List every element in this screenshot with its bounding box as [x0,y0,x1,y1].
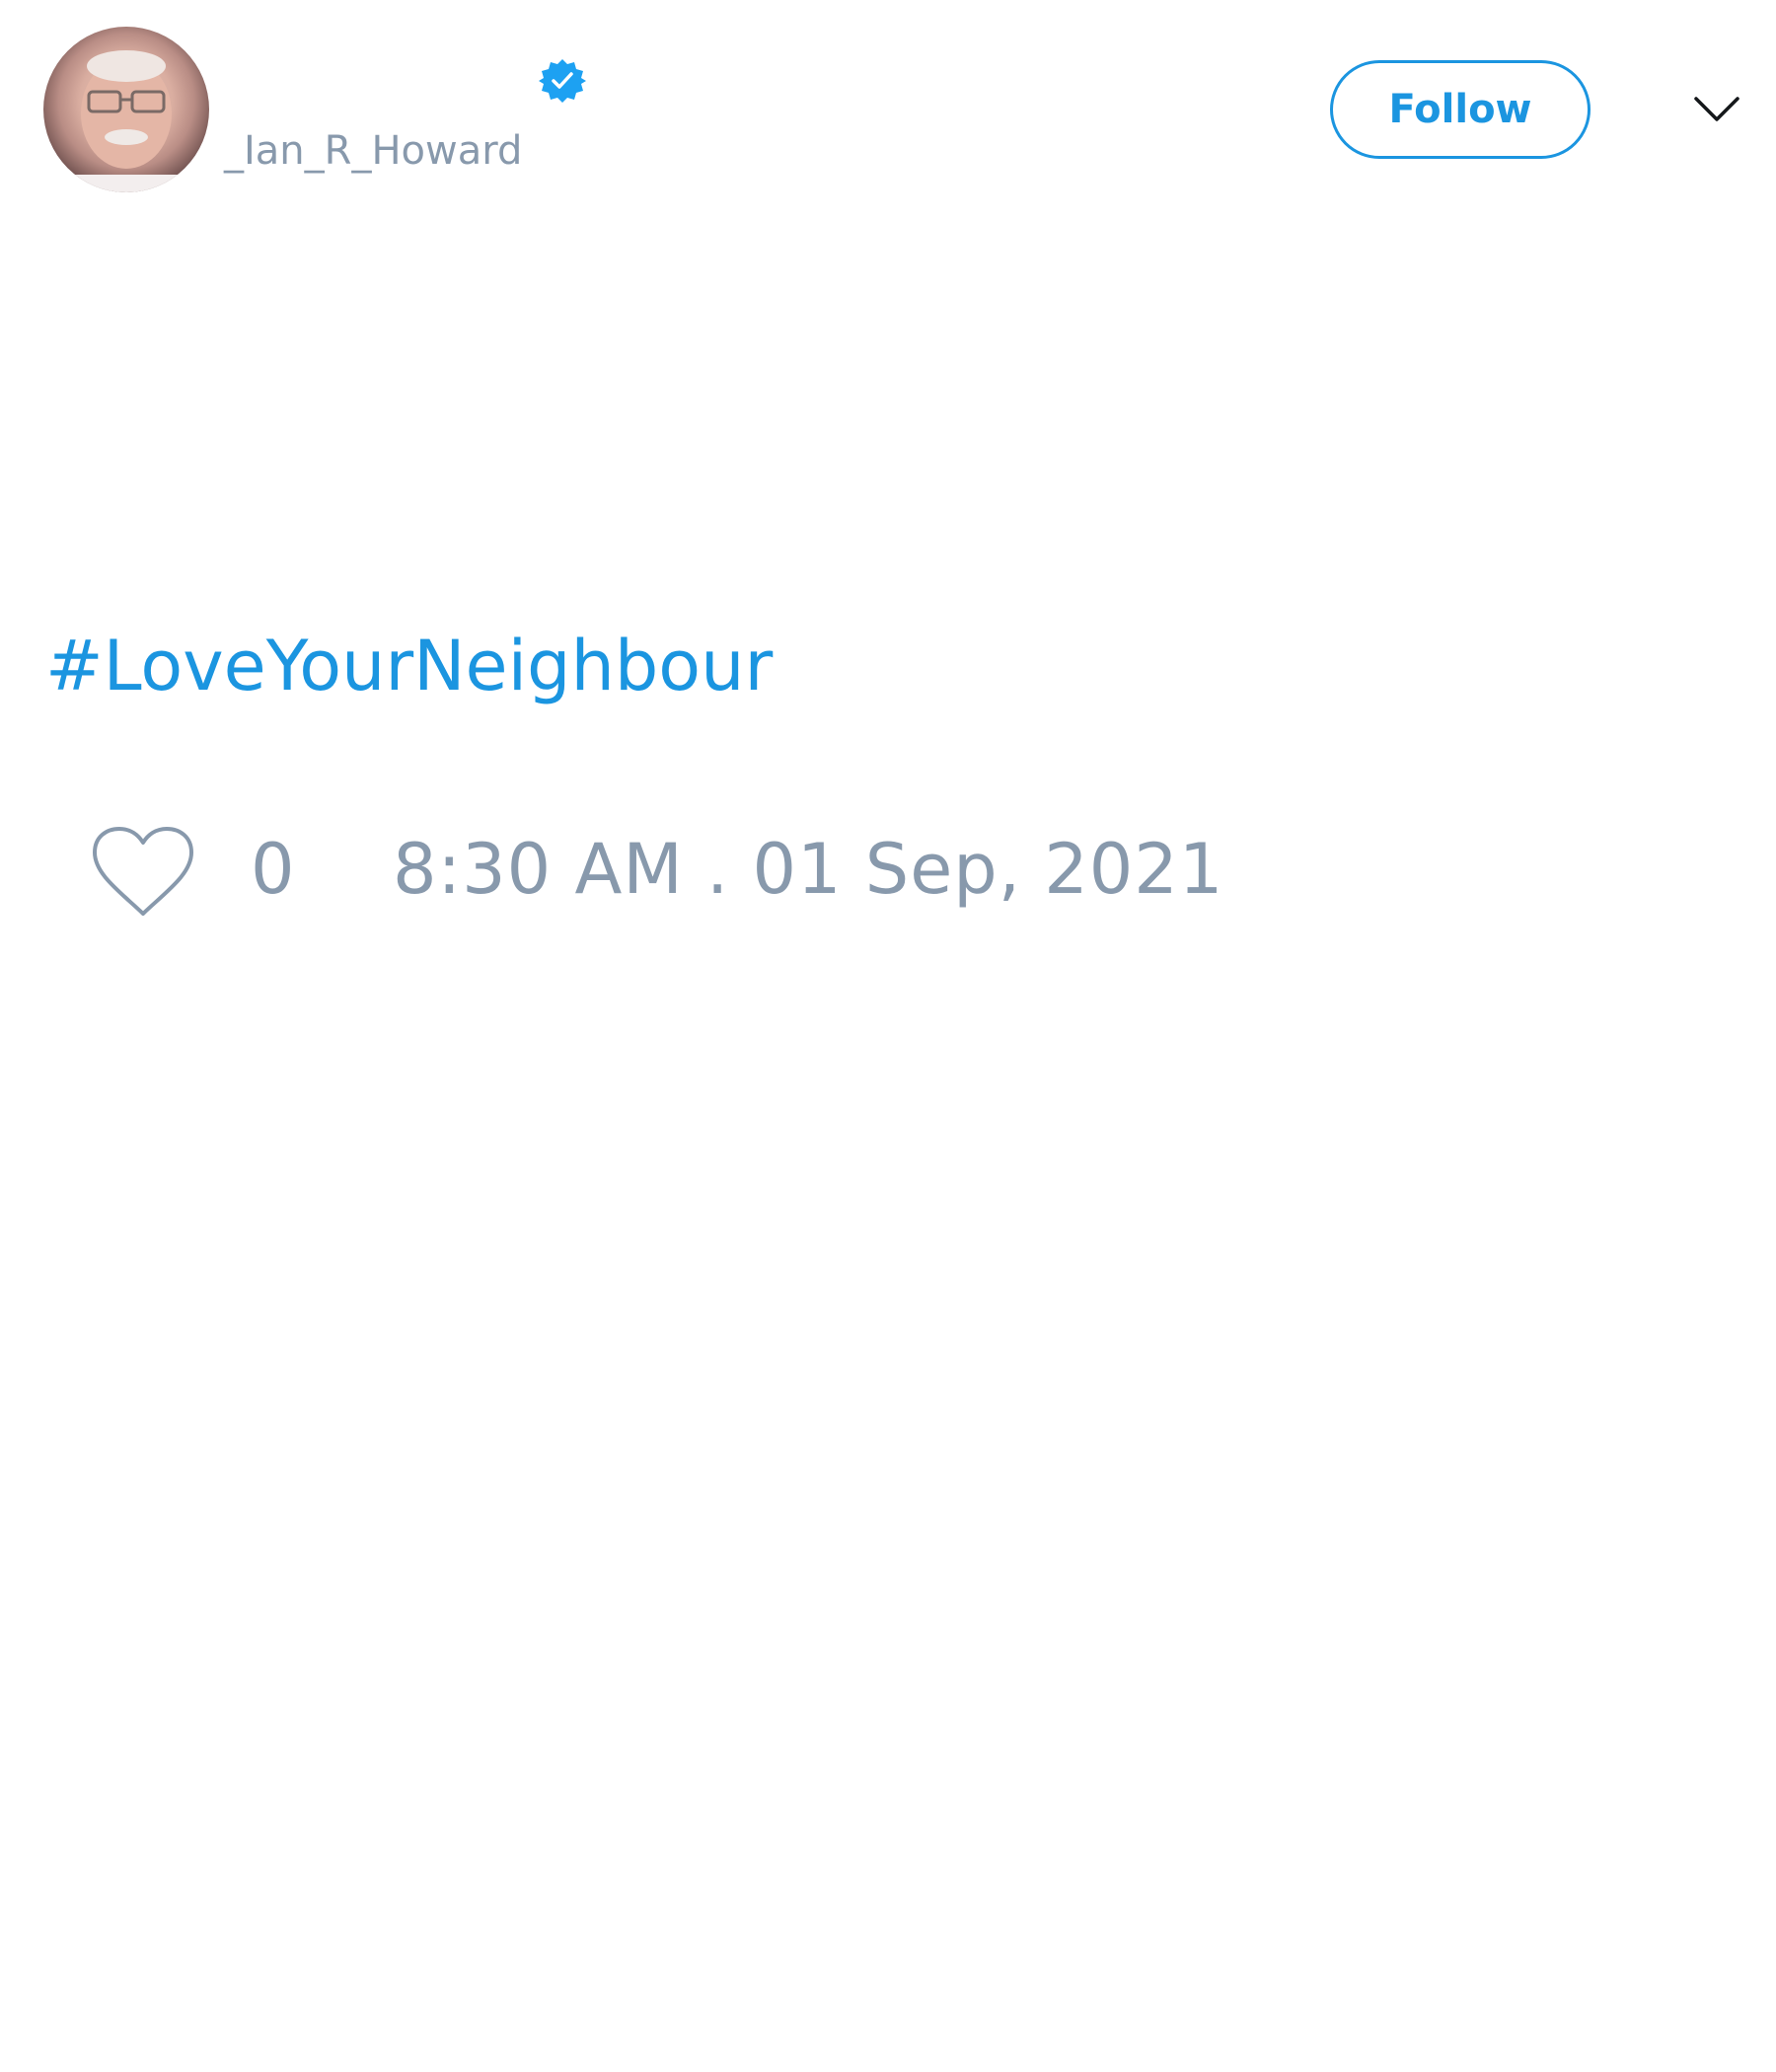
tweet-timestamp[interactable]: 8:30 AM . 01 Sep, 2021 [393,827,1223,912]
hashtag-link[interactable]: #LoveYourNeighbour [45,624,773,708]
avatar-photo [67,50,185,192]
verified-badge-icon [539,59,586,103]
author-handle[interactable]: _Ian_R_Howard [224,126,522,176]
chevron-down-icon[interactable] [1693,91,1740,130]
follow-button[interactable]: Follow [1330,60,1591,159]
heart-icon[interactable] [91,825,195,920]
avatar[interactable] [43,27,209,192]
like-count: 0 [251,829,295,910]
